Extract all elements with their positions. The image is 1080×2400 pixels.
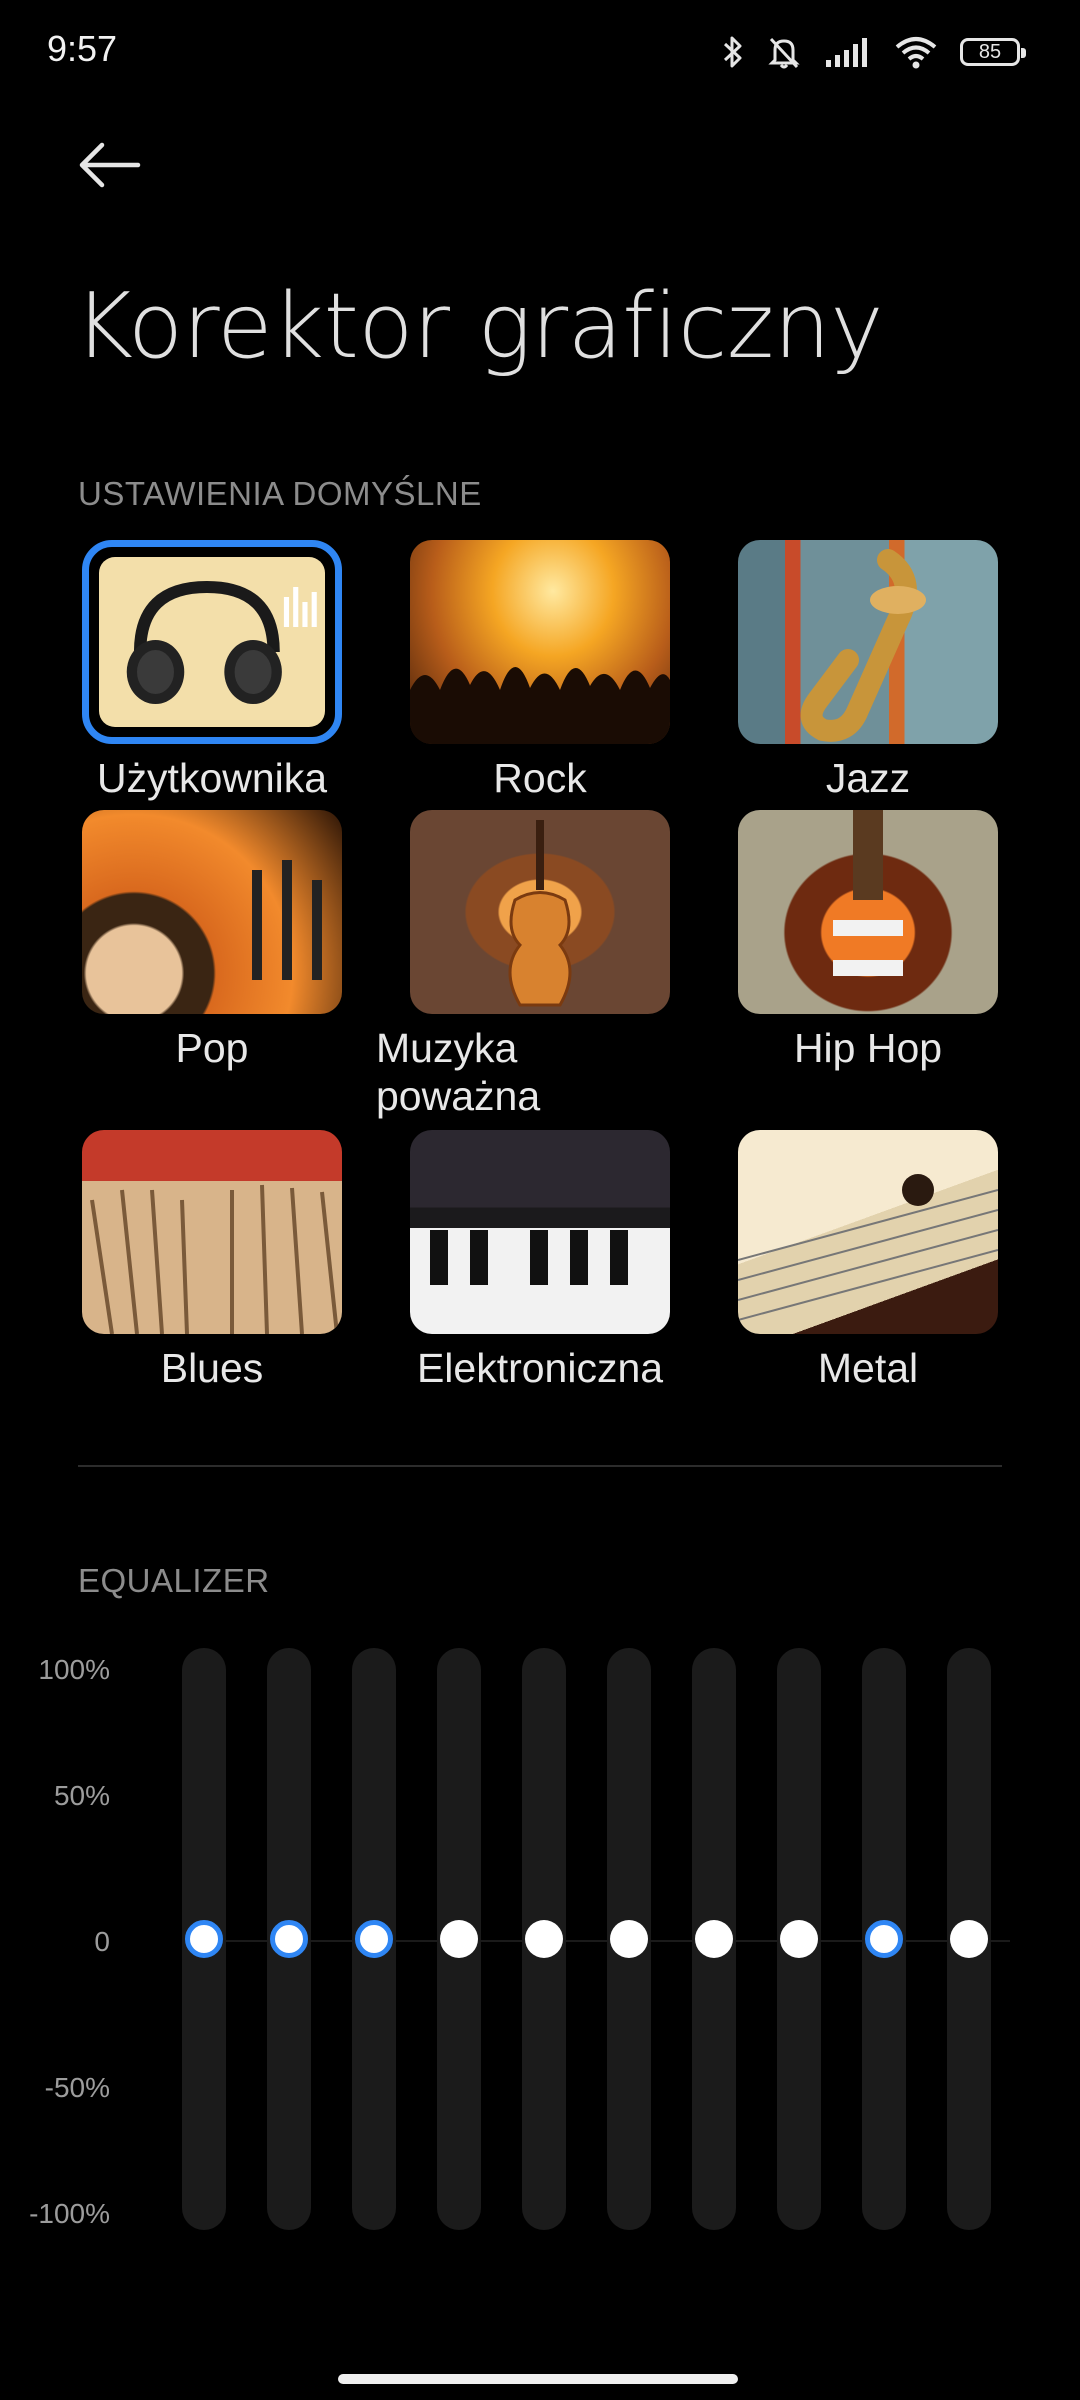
- eq-band-knob[interactable]: [440, 1920, 478, 1958]
- preset-metal[interactable]: Metal: [738, 1130, 998, 1392]
- drums-image: [82, 1130, 342, 1334]
- preset-label: Blues: [160, 1345, 264, 1391]
- preset-blues[interactable]: Blues: [82, 1130, 342, 1392]
- preset-label: Hip Hop: [793, 1025, 943, 1071]
- preset-classical[interactable]: Muzyka poważna: [376, 810, 670, 1120]
- eq-band-knob[interactable]: [355, 1920, 393, 1958]
- preset-rock[interactable]: Rock: [410, 540, 670, 802]
- keyboard-image: [410, 1130, 670, 1334]
- eq-band-knob[interactable]: [780, 1920, 818, 1958]
- preset-electronic[interactable]: Elektroniczna: [410, 1130, 670, 1392]
- eq-band-knob[interactable]: [865, 1920, 903, 1958]
- turntable-image: [82, 810, 342, 1014]
- preset-label: Użytkownika: [96, 755, 328, 801]
- signal-icon: [826, 38, 867, 67]
- eq-scale-label: -50%: [44, 2072, 110, 2103]
- bluetooth-icon: [723, 36, 742, 68]
- battery-icon: 85: [960, 38, 1026, 66]
- preset-pop[interactable]: Pop: [82, 810, 342, 1072]
- status-time: 9:57: [47, 28, 118, 69]
- eq-band-knob[interactable]: [695, 1920, 733, 1958]
- bell-off-icon: [768, 37, 800, 69]
- preset-label: Muzyka poważna: [376, 1025, 541, 1119]
- status-icons: 85: [722, 30, 1026, 74]
- preset-label: Jazz: [825, 755, 911, 801]
- eq-band-knob[interactable]: [270, 1920, 308, 1958]
- home-indicator[interactable]: [338, 2374, 738, 2384]
- preset-label: Metal: [817, 1345, 919, 1391]
- preset-label: Pop: [175, 1025, 249, 1071]
- eq-band-knob[interactable]: [185, 1920, 223, 1958]
- eq-band-knob[interactable]: [610, 1920, 648, 1958]
- presets-section-label: USTAWIENIA DOMYŚLNE: [78, 475, 482, 512]
- divider: [78, 1465, 1002, 1467]
- preset-user[interactable]: Użytkownika: [82, 540, 342, 802]
- equalizer-section-label: EQUALIZER: [78, 1562, 270, 1599]
- eq-scale-label: -100%: [29, 2198, 110, 2229]
- battery-level: 85: [978, 40, 1002, 63]
- eq-scale-label: 50%: [53, 1780, 110, 1811]
- eq-band-knob[interactable]: [950, 1920, 988, 1958]
- screen: 9:57 85 Korektor graficzny USTAWIENIA DO…: [0, 0, 1080, 2400]
- preset-label: Elektroniczna: [416, 1345, 664, 1391]
- preset-thumbnail: [82, 540, 342, 744]
- preset-hiphop[interactable]: Hip Hop: [738, 810, 998, 1072]
- preset-jazz[interactable]: Jazz: [738, 540, 998, 802]
- headphones-image: [99, 557, 325, 727]
- eq-scale-label: 0: [94, 1926, 110, 1957]
- arrow-left-icon: [79, 142, 141, 188]
- concert-image: [410, 540, 670, 744]
- electric-guitar-image: [738, 1130, 998, 1334]
- wifi-icon: [895, 37, 937, 69]
- back-button[interactable]: [76, 140, 146, 200]
- preset-label: Rock: [493, 755, 587, 801]
- eq-scale-label: 100%: [38, 1654, 110, 1685]
- page-title: Korektor graficzny: [74, 274, 883, 379]
- violin-image: [410, 810, 670, 1014]
- guitar-image: [738, 810, 998, 1014]
- saxophone-image: [738, 540, 998, 744]
- eq-band-knob[interactable]: [525, 1920, 563, 1958]
